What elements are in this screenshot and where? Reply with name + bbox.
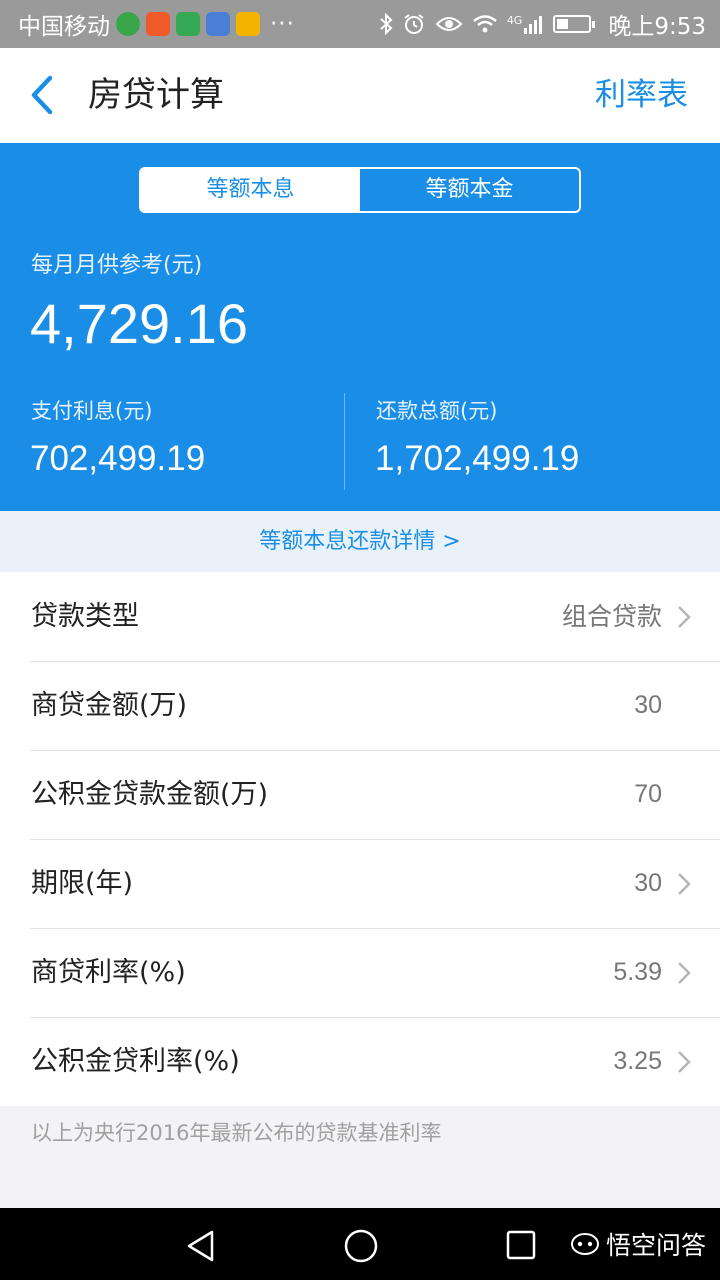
network-type-label: 4G (506, 14, 523, 27)
list-item-fund-amount[interactable]: 公积金贷款金额(万) 70 (0, 750, 720, 839)
app-notification-icon-3 (176, 12, 200, 36)
row-value: 70 (634, 780, 662, 808)
list-item-commercial-rate[interactable]: 商贷利率(%) 5.39 (0, 928, 720, 1017)
row-value: 30 (634, 869, 662, 897)
rate-table-button[interactable]: 利率表 (595, 48, 688, 143)
nav-home-icon[interactable] (343, 1228, 379, 1264)
rate-source-note: 以上为央行2016年最新公布的贷款基准利率 (31, 1121, 442, 1145)
app-notification-icon-4 (206, 12, 230, 36)
list-item-fund-rate[interactable]: 公积金贷利率(%) 3.25 (0, 1017, 720, 1106)
interest-value: 702,499.19 (30, 439, 206, 478)
row-label: 商贷金额(万) (31, 690, 188, 721)
repayment-method-toggle: 等额本息 等额本金 (139, 167, 581, 213)
page-title: 房贷计算 (88, 75, 224, 115)
back-arrow-icon[interactable] (22, 72, 62, 118)
mail-notification-icon (236, 12, 260, 36)
app-notification-icon-1 (116, 12, 140, 36)
carrier-label: 中国移动 (18, 14, 110, 40)
status-bar: 中国移动 ··· 4G 晚上9:53 (0, 0, 720, 48)
row-value: 3.25 (613, 1047, 662, 1075)
chevron-right-icon (678, 1051, 691, 1073)
more-notifications-icon: ··· (270, 11, 295, 37)
row-value: 组合贷款 (561, 602, 662, 631)
list-item-loan-type[interactable]: 贷款类型 组合贷款 (0, 572, 720, 661)
monthly-payment-label: 每月月供参考(元) (31, 253, 203, 278)
chevron-right-icon (678, 606, 691, 628)
list-item-commercial-amount[interactable]: 商贷金额(万) 30 (0, 661, 720, 750)
chevron-right-icon (678, 873, 691, 895)
eye-comfort-icon (435, 17, 463, 31)
list-item-term[interactable]: 期限(年) 30 (0, 839, 720, 928)
battery-icon (553, 15, 596, 33)
row-value: 5.39 (613, 958, 662, 986)
chevron-right-icon (678, 962, 691, 984)
tab-equal-installment[interactable]: 等额本息 (141, 169, 360, 211)
row-label: 公积金贷利率(%) (31, 1046, 240, 1077)
nav-recent-apps-icon[interactable] (506, 1230, 536, 1260)
app-notification-icon-2 (146, 12, 170, 36)
bluetooth-icon (380, 12, 393, 36)
app-header: 房贷计算 利率表 (0, 48, 720, 143)
total-repayment-label: 还款总额(元) (376, 399, 498, 423)
watermark: 悟空问答 (570, 1226, 706, 1262)
navigation-bar: 悟空问答 (0, 1208, 720, 1280)
tab-equal-principal[interactable]: 等额本金 (360, 169, 579, 211)
interest-label: 支付利息(元) (31, 399, 153, 423)
alarm-icon (404, 14, 424, 34)
wukong-logo-icon (570, 1233, 599, 1255)
row-label: 公积金贷款金额(万) (31, 779, 269, 810)
clock: 晚上9:53 (608, 14, 706, 40)
row-label: 期限(年) (31, 868, 134, 899)
repayment-details-link[interactable]: 等额本息还款详情 > (0, 511, 720, 572)
row-label: 商贷利率(%) (31, 957, 186, 988)
signal-icon (524, 16, 543, 34)
total-repayment-value: 1,702,499.19 (375, 439, 580, 478)
row-value: 30 (634, 691, 662, 719)
monthly-payment-value: 4,729.16 (30, 292, 248, 355)
loan-parameters-list: 贷款类型 组合贷款 商贷金额(万) 30 公积金贷款金额(万) 70 期限(年)… (0, 572, 720, 1106)
wifi-icon (473, 15, 497, 33)
payment-summary-panel: 等额本息 等额本金 每月月供参考(元) 4,729.16 支付利息(元) 702… (0, 143, 720, 511)
summary-divider (344, 393, 345, 490)
row-label: 贷款类型 (31, 601, 139, 632)
nav-back-icon[interactable] (184, 1229, 218, 1263)
watermark-text: 悟空问答 (605, 1231, 706, 1260)
